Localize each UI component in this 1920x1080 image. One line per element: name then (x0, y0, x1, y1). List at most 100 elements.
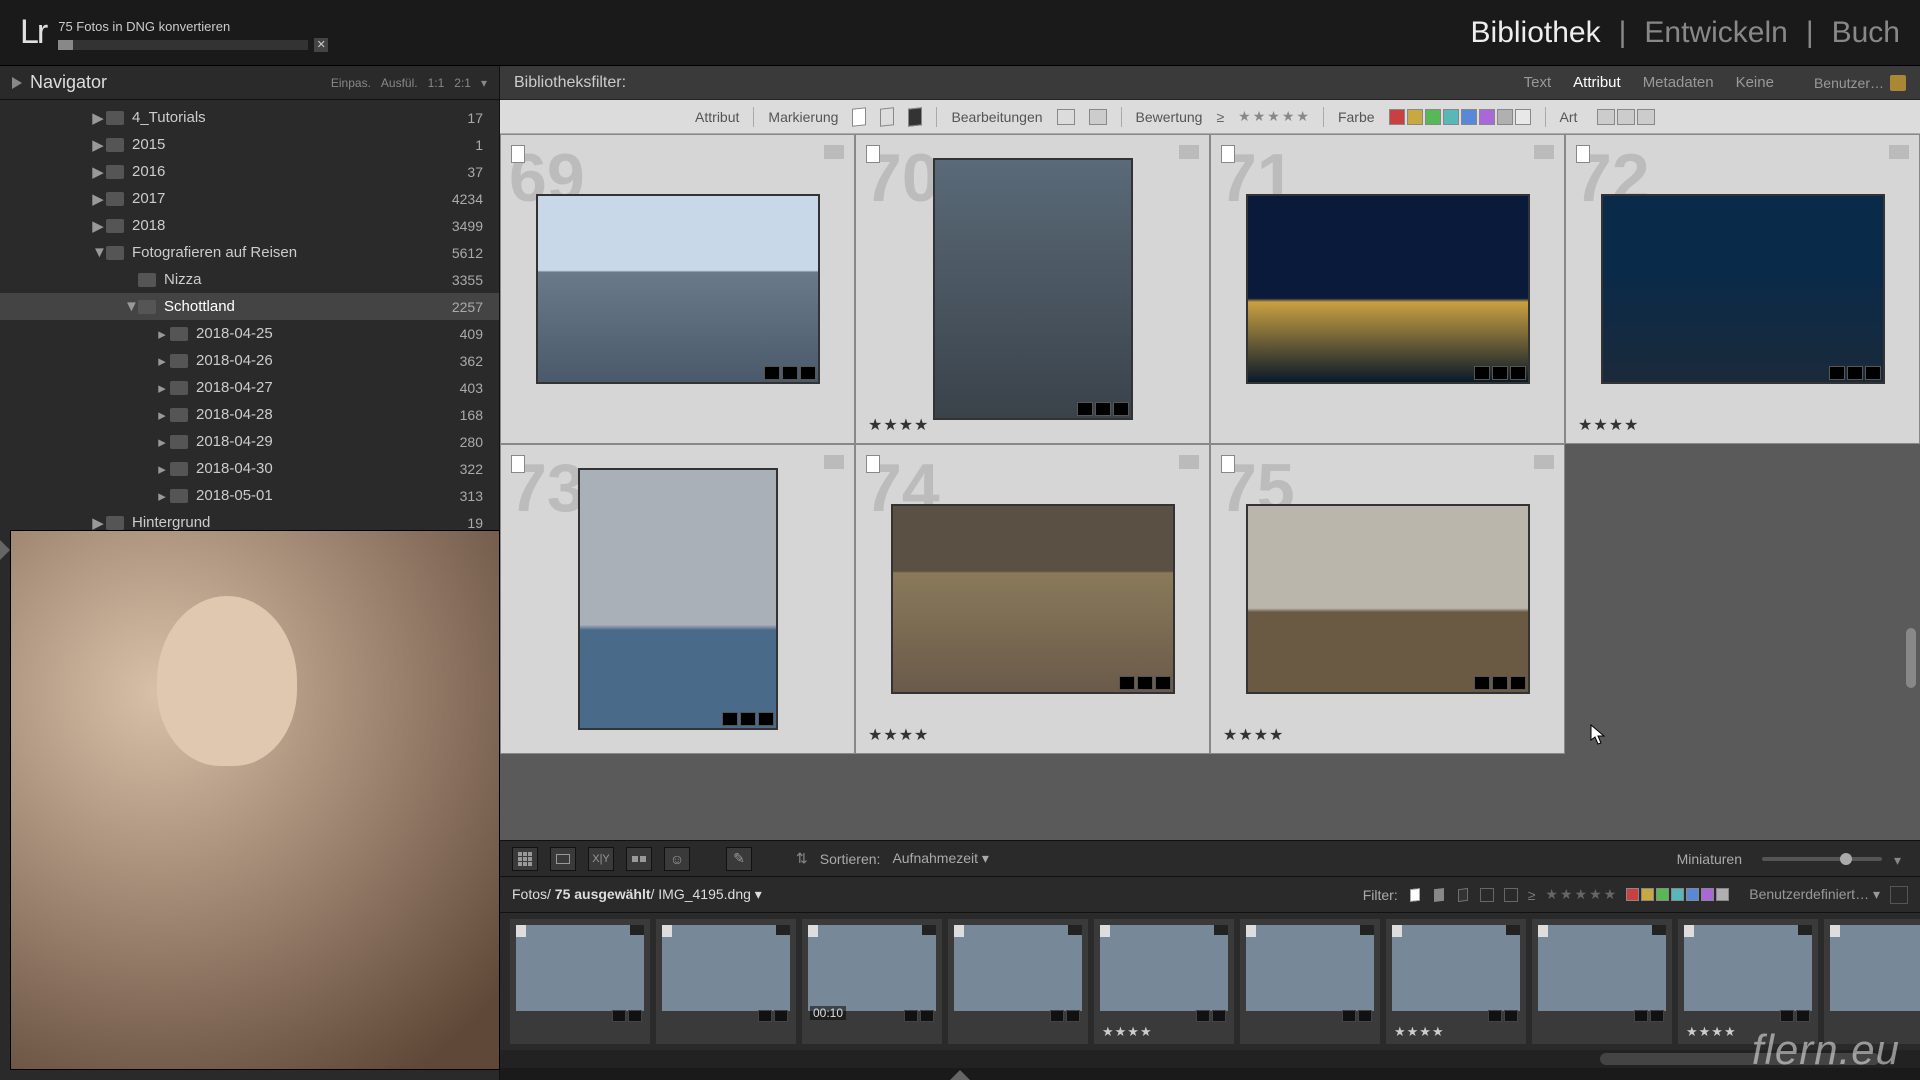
flag-icon[interactable] (1246, 925, 1256, 937)
cell-menu-icon[interactable] (1798, 925, 1812, 935)
badge-icon[interactable] (1212, 1010, 1226, 1022)
badge-icon[interactable] (1488, 1010, 1502, 1022)
badge-icon[interactable] (800, 366, 816, 380)
filmstrip-cell[interactable] (656, 919, 796, 1044)
disclosure-icon[interactable]: ▶ (92, 217, 104, 235)
status-edits-icon[interactable] (1480, 888, 1494, 902)
zoom-1-1[interactable]: 1:1 (428, 76, 445, 90)
badge-icon[interactable] (1634, 1010, 1648, 1022)
flag-icon[interactable] (1392, 925, 1402, 937)
badge-icon[interactable] (1865, 366, 1881, 380)
filmstrip-cell[interactable]: ★★★★ (1386, 919, 1526, 1044)
badge-icon[interactable] (758, 712, 774, 726)
badge-icon[interactable] (1113, 402, 1129, 416)
zoom-2-1[interactable]: 2:1 (454, 76, 471, 90)
badge-icon[interactable] (774, 1010, 788, 1022)
badge-icon[interactable] (1504, 1010, 1518, 1022)
filmstrip-cell[interactable] (1240, 919, 1380, 1044)
thumbnail-image[interactable] (1538, 925, 1666, 1011)
flag-icon[interactable] (1830, 925, 1840, 937)
cell-menu-icon[interactable] (1534, 145, 1554, 159)
kind-master-icon[interactable] (1597, 109, 1615, 125)
cell-menu-icon[interactable] (824, 455, 844, 469)
people-view-button[interactable]: ☺ (664, 847, 690, 871)
badge-icon[interactable] (1342, 1010, 1356, 1022)
survey-view-button[interactable] (626, 847, 652, 871)
badge-icon[interactable] (1829, 366, 1845, 380)
zoom-fill[interactable]: Ausfül. (381, 76, 418, 90)
status-flag-picked-icon[interactable] (1410, 888, 1420, 902)
badge-icon[interactable] (1137, 676, 1153, 690)
folder-row[interactable]: ▼Fotografieren auf Reisen5612 (0, 239, 499, 266)
color-chip[interactable] (1407, 109, 1423, 125)
badge-icon[interactable] (1077, 402, 1093, 416)
flag-icon[interactable] (1576, 145, 1590, 163)
filmstrip-collapse-icon[interactable] (950, 1070, 970, 1080)
grid-cell[interactable]: 69 (500, 134, 855, 444)
progress-cancel-button[interactable]: ✕ (314, 38, 328, 52)
rating-stars[interactable]: ★★★★ (1223, 725, 1284, 745)
sort-direction-icon[interactable]: ⇅ (796, 850, 808, 867)
rating-stars[interactable]: ★★★★ (868, 725, 929, 745)
color-chip[interactable] (1515, 109, 1531, 125)
folder-row[interactable]: Nizza3355 (0, 266, 499, 293)
edits-unedited-icon[interactable] (1089, 109, 1107, 125)
disclosure-icon[interactable]: ▸ (156, 325, 168, 343)
badge-icon[interactable] (612, 1010, 626, 1022)
badge-icon[interactable] (1796, 1010, 1810, 1022)
disclosure-icon[interactable]: ▶ (92, 163, 104, 181)
color-chip[interactable] (1461, 109, 1477, 125)
cell-menu-icon[interactable] (1068, 925, 1082, 935)
thumbnail-image[interactable] (935, 160, 1131, 418)
disclosure-icon[interactable]: ▸ (156, 379, 168, 397)
badge-icon[interactable] (1474, 676, 1490, 690)
disclosure-icon[interactable]: ▶ (92, 514, 104, 532)
toolbar-options-icon[interactable]: ▾ (1894, 852, 1908, 866)
filter-tab-text[interactable]: Text (1524, 74, 1552, 91)
badge-icon[interactable] (1066, 1010, 1080, 1022)
cell-menu-icon[interactable] (1506, 925, 1520, 935)
grid-scrollbar[interactable] (1904, 134, 1918, 840)
kind-video-icon[interactable] (1637, 109, 1655, 125)
thumbnail-grid[interactable]: 6970★★★★7172★★★★7374★★★★75★★★★ (500, 134, 1920, 840)
painter-tool-button[interactable]: ✎ (726, 847, 752, 871)
cell-menu-icon[interactable] (1652, 925, 1666, 935)
disclosure-icon[interactable]: ▸ (156, 433, 168, 451)
color-chip[interactable] (1497, 109, 1513, 125)
zoom-fit[interactable]: Einpas. (331, 76, 371, 90)
filter-tab-none[interactable]: Keine (1736, 74, 1774, 91)
grid-cell[interactable]: 70★★★★ (855, 134, 1210, 444)
rating-stars[interactable]: ★★★★ (1102, 1024, 1153, 1040)
badge-icon[interactable] (1095, 402, 1111, 416)
filmstrip-cell[interactable]: ★★★★ (1094, 919, 1234, 1044)
folder-row[interactable]: ▸2018-04-29280 (0, 428, 499, 455)
folder-row[interactable]: ▶20174234 (0, 185, 499, 212)
thumbnail-image[interactable] (1246, 925, 1374, 1011)
filter-lock-icon[interactable] (1890, 75, 1906, 91)
flag-icon[interactable] (516, 925, 526, 937)
badge-icon[interactable] (1780, 1010, 1794, 1022)
filmstrip-cell[interactable] (1532, 919, 1672, 1044)
badge-icon[interactable] (1358, 1010, 1372, 1022)
flag-picked-icon[interactable] (852, 107, 866, 126)
status-flag-unflagged-icon[interactable] (1434, 888, 1444, 902)
filmstrip-cell[interactable] (510, 919, 650, 1044)
module-develop[interactable]: Entwickeln (1644, 16, 1787, 50)
disclosure-icon[interactable]: ▸ (156, 487, 168, 505)
thumbnail-image[interactable] (1248, 196, 1528, 382)
filmstrip-cell[interactable]: 00:10 (802, 919, 942, 1044)
badge-icon[interactable] (920, 1010, 934, 1022)
filter-toggle-button[interactable] (1890, 886, 1908, 904)
badge-icon[interactable] (1847, 366, 1863, 380)
folder-row[interactable]: ▸2018-04-26362 (0, 347, 499, 374)
badge-icon[interactable] (740, 712, 756, 726)
thumbnail-image[interactable] (1248, 506, 1528, 692)
folder-row[interactable]: ▸2018-04-25409 (0, 320, 499, 347)
color-chip[interactable] (1389, 109, 1405, 125)
folder-row[interactable]: ▸2018-04-28168 (0, 401, 499, 428)
thumbnail-image[interactable] (1603, 196, 1883, 382)
flag-icon[interactable] (1684, 925, 1694, 937)
flag-icon[interactable] (954, 925, 964, 937)
badge-icon[interactable] (758, 1010, 772, 1022)
folder-row[interactable]: ▸2018-04-30322 (0, 455, 499, 482)
